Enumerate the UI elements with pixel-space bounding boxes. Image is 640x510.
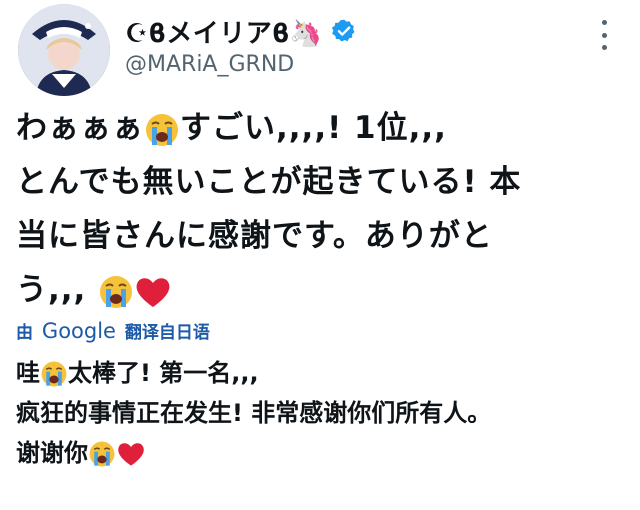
verified-badge-icon (331, 19, 355, 42)
loudly-crying-face-emoji (89, 441, 115, 467)
translation-line: 谢谢你 (16, 433, 628, 473)
google-logo: Google (41, 319, 116, 343)
loudly-crying-face-emoji (100, 275, 133, 308)
tweet-line: 当に皆さんに感謝です。ありがと (16, 218, 493, 254)
translation-text-segment: 太棒了! 第一名,,, (68, 359, 259, 387)
translation-text-segment: 谢谢你 (16, 439, 88, 467)
translation-line: 哇太棒了! 第一名,,, (16, 353, 628, 393)
translated-text: 哇太棒了! 第一名,,, 疯狂的事情正在发生! 非常感谢你们所有人。 谢谢你 (16, 353, 628, 473)
author-display-name[interactable]: ☪︎ϐメイリアϐ🦄 (125, 13, 323, 50)
tweet-text-segment: すごい,,,,! 1位,,, (180, 110, 447, 146)
tweet-line: とんでも無いことが起きている! 本 (16, 164, 522, 200)
avatar[interactable] (18, 4, 110, 96)
red-heart-emoji (118, 443, 144, 466)
tweet-card: ☪︎ϐメイリアϐ🦄 @MARiA_GRND わぁぁぁ すごい,,,,! 1位,,,… (0, 0, 640, 510)
tweet-text-segment: わぁぁぁ (16, 110, 144, 146)
loudly-crying-face-emoji (41, 361, 67, 387)
tweet-text: わぁぁぁ すごい,,,,! 1位,,, とんでも無いことが起きている! 本 当に皆… (16, 101, 628, 317)
translated-by-link[interactable]: 由 Google 翻译自日语 (16, 318, 210, 343)
translated-by-suffix: 翻译自日语 (124, 323, 210, 343)
tweet-text-segment: う,,, (16, 272, 99, 308)
loudly-crying-face-emoji (146, 113, 178, 146)
translation-text-segment: 哇 (16, 359, 40, 387)
translation-line: 疯狂的事情正在发生! 非常感谢你们所有人。 (16, 399, 492, 427)
author-handle[interactable]: @MARiA_GRND (125, 52, 294, 77)
author-name-row[interactable]: ☪︎ϐメイリアϐ🦄 (125, 13, 357, 50)
tweet-line: う,,, (16, 263, 628, 317)
red-heart-emoji (136, 277, 170, 307)
translated-by-prefix: 由 (16, 323, 33, 343)
tweet-line: わぁぁぁ すごい,,,,! 1位,,, (16, 101, 628, 155)
more-options-icon[interactable] (594, 20, 614, 50)
